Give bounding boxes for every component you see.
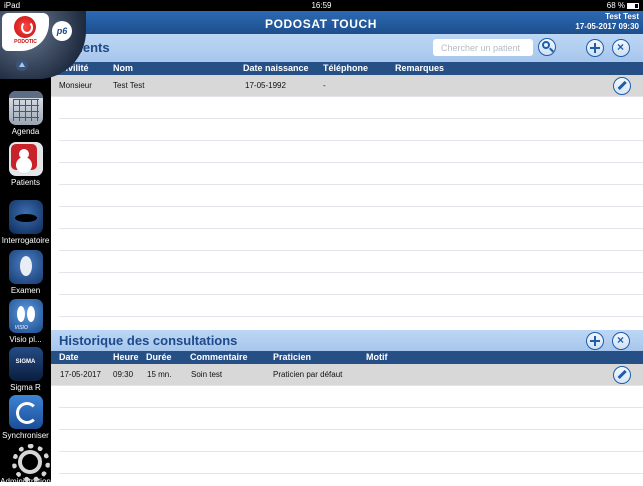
empty-row [59, 229, 643, 251]
edit-consultation-button[interactable] [613, 366, 631, 384]
add-patient-button[interactable] [586, 39, 604, 57]
collapse-arrow-icon[interactable] [16, 59, 28, 71]
app-header: PODOSAT TOUCH Test Test 17-05-2017 09:30 [51, 11, 643, 34]
user-info: Test Test 17-05-2017 09:30 [575, 12, 639, 32]
patient-icon [8, 142, 43, 176]
empty-row [59, 119, 643, 141]
visio-icon: VISIO [8, 299, 43, 333]
consultations-table: 17-05-2017 09:30 15 mn. Soin test Pratic… [51, 364, 643, 474]
table-row[interactable]: 17-05-2017 09:30 15 mn. Soin test Pratic… [51, 364, 643, 386]
consultations-header: Historique des consultations × [51, 330, 643, 351]
col-telephone[interactable]: Téléphone [323, 63, 368, 73]
clock: 16:59 [311, 1, 332, 10]
cell-date: 17-05-2017 [60, 370, 101, 379]
sidebar: PODOTIC p6 Agenda Patients Interrogatoir… [0, 11, 86, 486]
empty-row [59, 295, 643, 317]
examen-icon [8, 250, 43, 284]
empty-row [59, 141, 643, 163]
cell-praticien: Praticien par défaut [273, 370, 343, 379]
cell-civilite: Monsieur [59, 81, 92, 90]
podotic-logo: PODOTIC [2, 13, 49, 51]
sidebar-item-label: Patients [11, 178, 40, 187]
status-bar: iPad 16:59 68 % [0, 0, 643, 11]
visio-icon-text: VISIO [14, 325, 28, 331]
col-motif[interactable]: Motif [366, 352, 388, 362]
pencil-icon [617, 369, 627, 379]
sidebar-item-label: Visio pl... [9, 335, 42, 344]
app-title: PODOSAT TOUCH [264, 17, 378, 31]
cell-telephone: - [323, 81, 326, 90]
power-logo-icon [14, 16, 36, 38]
empty-row [59, 408, 643, 430]
sidebar-item-administration[interactable]: Administration [0, 441, 51, 486]
empty-row [59, 452, 643, 474]
consultations-title: Historique des consultations [59, 333, 238, 348]
sidebar-item-sigma[interactable]: SIGMA Sigma R [0, 347, 51, 392]
table-row[interactable]: Monsieur Test Test 17-05-1992 - [51, 75, 643, 97]
empty-row [59, 97, 643, 119]
pencil-icon [617, 80, 627, 90]
empty-row [59, 251, 643, 273]
col-date-naissance[interactable]: Date naissance [243, 63, 309, 73]
battery-icon [627, 2, 639, 9]
sidebar-item-examen[interactable]: Examen [0, 250, 51, 295]
patients-header: Patients × [51, 34, 643, 62]
col-date[interactable]: Date [59, 352, 79, 362]
col-duree[interactable]: Durée [146, 352, 172, 362]
sidebar-item-patients[interactable]: Patients [0, 142, 51, 187]
podotic-text: PODOTIC [14, 39, 37, 45]
empty-row [59, 430, 643, 452]
calendar-icon [8, 91, 43, 125]
battery-indicator: 68 % [607, 0, 639, 11]
empty-row [59, 185, 643, 207]
battery-percent: 68 % [606, 1, 625, 10]
consultations-table-header: Date Heure Durée Commentaire Praticien M… [51, 351, 643, 364]
patients-table-header: Civilité Nom Date naissance Téléphone Re… [51, 62, 643, 75]
search-button[interactable] [538, 38, 556, 56]
sidebar-item-synchroniser[interactable]: Synchroniser [0, 395, 51, 440]
empty-row [59, 207, 643, 229]
empty-row [59, 273, 643, 295]
sigma-icon: SIGMA [8, 347, 43, 381]
close-patients-button[interactable]: × [612, 39, 630, 57]
col-heure[interactable]: Heure [113, 352, 139, 362]
sidebar-item-label: Synchroniser [2, 431, 49, 440]
cell-commentaire: Soin test [191, 370, 223, 379]
col-commentaire[interactable]: Commentaire [190, 352, 248, 362]
user-name: Test Test [605, 12, 639, 21]
col-praticien[interactable]: Praticien [273, 352, 311, 362]
edit-patient-button[interactable] [613, 77, 631, 95]
sidebar-item-label: Examen [10, 286, 41, 295]
empty-row [59, 386, 643, 408]
col-remarques[interactable]: Remarques [395, 63, 444, 73]
close-icon: × [616, 40, 624, 54]
col-nom[interactable]: Nom [113, 63, 133, 73]
close-icon: × [616, 333, 624, 347]
cell-date-naissance: 17-05-1992 [245, 81, 286, 90]
sidebar-item-label: Sigma R [10, 383, 41, 392]
sidebar-item-interrogatoire[interactable]: Interrogatoire [0, 200, 51, 245]
patients-table: Monsieur Test Test 17-05-1992 - [51, 75, 643, 317]
current-datetime: 17-05-2017 09:30 [575, 22, 639, 31]
sync-icon [8, 395, 43, 429]
cell-duree: 15 mn. [147, 370, 172, 379]
gear-icon [9, 441, 50, 482]
cell-heure: 09:30 [113, 370, 134, 379]
sidebar-item-visio[interactable]: VISIO Visio pl... [0, 299, 51, 344]
search-icon [542, 41, 550, 49]
patient-search-input[interactable] [433, 39, 533, 56]
p6-badge: p6 [52, 21, 72, 41]
interrogatoire-icon [8, 200, 43, 234]
sidebar-item-label: Agenda [11, 127, 40, 136]
empty-row [59, 163, 643, 185]
sigma-icon-text: SIGMA [15, 359, 36, 365]
add-consultation-button[interactable] [586, 332, 604, 350]
close-consultations-button[interactable]: × [612, 332, 630, 350]
sidebar-item-agenda[interactable]: Agenda [0, 91, 51, 136]
sidebar-item-label: Interrogatoire [1, 236, 50, 245]
cell-nom: Test Test [113, 81, 145, 90]
